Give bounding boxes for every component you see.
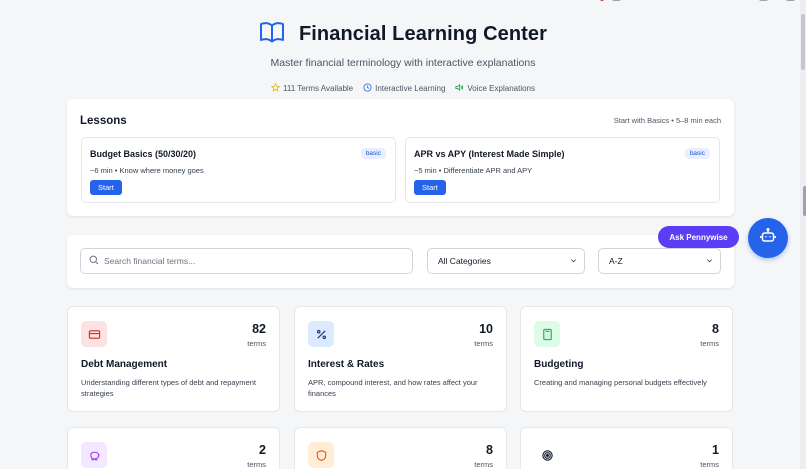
term-count: 2 xyxy=(259,443,266,457)
term-count-label: terms xyxy=(700,460,719,469)
chevron-down-icon xyxy=(706,256,713,266)
category-select-value: All Categories xyxy=(438,256,491,266)
percent-icon xyxy=(308,321,334,347)
page-subtitle: Master financial terminology with intera… xyxy=(270,57,536,69)
category-name: Debt Management xyxy=(81,359,168,370)
calculator-icon xyxy=(534,321,560,347)
shield-icon xyxy=(308,442,334,468)
lesson-meta: ~5 min • Differentiate APR and APY xyxy=(414,166,533,175)
term-count-label: terms xyxy=(474,460,493,469)
target-icon xyxy=(534,442,560,468)
term-count: 1 xyxy=(712,443,719,457)
clock-icon xyxy=(363,83,372,94)
feature-voice: Voice Explanations xyxy=(455,83,535,94)
feature-label: Interactive Learning xyxy=(375,84,446,93)
category-card-debt-management[interactable]: 82 terms Debt Management Understanding d… xyxy=(67,306,280,412)
lesson-card-apr-vs-apy[interactable]: APR vs APY (Interest Made Simple) basic … xyxy=(405,137,720,203)
credit-card-icon xyxy=(81,321,107,347)
sort-select-value: A-Z xyxy=(609,256,623,266)
search-icon xyxy=(89,252,99,270)
category-name: Budgeting xyxy=(534,359,584,370)
lesson-level-badge: basic xyxy=(360,148,386,159)
start-lesson-button[interactable]: Start xyxy=(414,180,446,195)
lesson-meta: ~6 min • Know where money goes xyxy=(90,166,204,175)
start-lesson-button[interactable]: Start xyxy=(90,180,122,195)
window-control xyxy=(786,0,795,1)
lesson-level-badge: basic xyxy=(684,148,710,159)
term-count-label: terms xyxy=(247,339,266,348)
category-description: APR, compound interest, and how rates af… xyxy=(308,378,478,399)
category-card[interactable]: 8 terms xyxy=(294,427,507,469)
feature-label: Voice Explanations xyxy=(467,84,535,93)
robot-icon xyxy=(759,227,777,250)
chevron-down-icon xyxy=(570,256,577,266)
category-card[interactable]: 2 terms xyxy=(67,427,280,469)
page-title: Financial Learning Center xyxy=(298,23,548,45)
term-count: 82 xyxy=(252,322,266,336)
term-count: 10 xyxy=(479,322,493,336)
term-count-label: terms xyxy=(474,339,493,348)
window-control xyxy=(612,0,621,1)
ask-pennywise-button[interactable]: Ask Pennywise xyxy=(658,226,739,248)
lessons-panel: Lessons Start with Basics • 5–8 min each… xyxy=(67,99,734,216)
piggy-bank-icon xyxy=(81,442,107,468)
category-description: Creating and managing personal budgets e… xyxy=(534,378,707,387)
term-count-label: terms xyxy=(700,339,719,348)
term-count: 8 xyxy=(712,322,719,336)
star-icon xyxy=(270,82,281,94)
feature-list: 111 Terms Available Interactive Learning… xyxy=(0,82,806,94)
feature-interactive: Interactive Learning xyxy=(363,83,445,94)
search-box[interactable] xyxy=(80,248,413,274)
window-control xyxy=(759,0,768,1)
search-filter-bar: All Categories A-Z xyxy=(67,235,734,288)
search-input[interactable] xyxy=(104,256,404,266)
category-name: Interest & Rates xyxy=(308,359,385,370)
speaker-icon xyxy=(455,83,464,94)
feature-label: 111 Terms Available xyxy=(283,84,354,93)
category-description: Understanding different types of debt an… xyxy=(81,378,256,399)
category-card-interest-rates[interactable]: 10 terms Interest & Rates APR, compound … xyxy=(294,306,507,412)
lesson-title: APR vs APY (Interest Made Simple) xyxy=(414,149,565,159)
open-book-icon xyxy=(259,20,285,49)
recording-indicator xyxy=(600,0,604,1)
lessons-heading: Lessons xyxy=(80,115,127,127)
feature-terms: 111 Terms Available xyxy=(270,82,354,94)
page-header: Financial Learning Center Master financi… xyxy=(0,20,806,94)
category-card[interactable]: 1 terms xyxy=(520,427,733,469)
sort-select[interactable]: A-Z xyxy=(598,248,721,274)
term-count-label: terms xyxy=(247,460,266,469)
category-select[interactable]: All Categories xyxy=(427,248,585,274)
category-card-budgeting[interactable]: 8 terms Budgeting Creating and managing … xyxy=(520,306,733,412)
browser-top-strip xyxy=(0,0,806,4)
lesson-title: Budget Basics (50/30/20) xyxy=(90,149,197,159)
lesson-card-budget-basics[interactable]: Budget Basics (50/30/20) basic ~6 min • … xyxy=(81,137,396,203)
lessons-note: Start with Basics • 5–8 min each xyxy=(613,116,721,125)
assistant-bot-button[interactable] xyxy=(748,218,788,258)
term-count: 8 xyxy=(486,443,493,457)
